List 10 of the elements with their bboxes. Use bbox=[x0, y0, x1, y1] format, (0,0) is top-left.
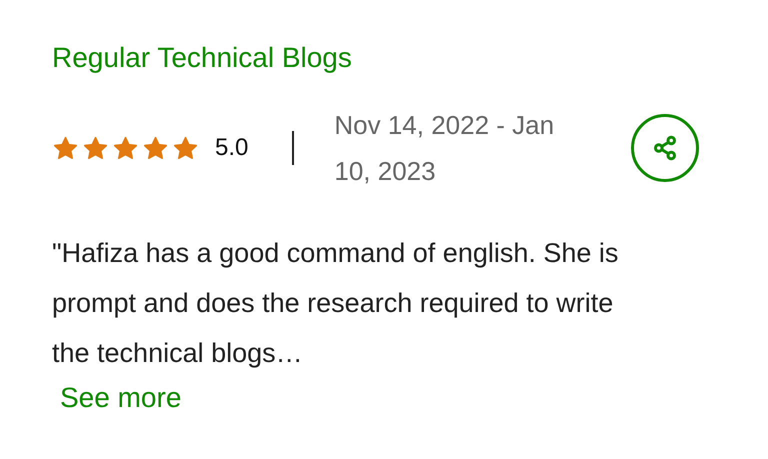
review-text: "Hafiza has a good command of english. She is prompt and does the research required to write the technical blogs… bbox=[52, 237, 620, 370]
date-range: Nov 14, 2022 - Jan 10, 2023 bbox=[334, 109, 556, 188]
star-icon bbox=[52, 134, 79, 162]
rating-score: 5.0 bbox=[215, 134, 248, 162]
job-title[interactable]: Regular Technical Blogs bbox=[52, 38, 352, 78]
star-icon bbox=[112, 134, 139, 162]
star-icon bbox=[142, 134, 169, 162]
see-more-link[interactable]: See more bbox=[60, 378, 182, 418]
star-icon bbox=[82, 134, 109, 162]
star-icon bbox=[172, 134, 199, 162]
